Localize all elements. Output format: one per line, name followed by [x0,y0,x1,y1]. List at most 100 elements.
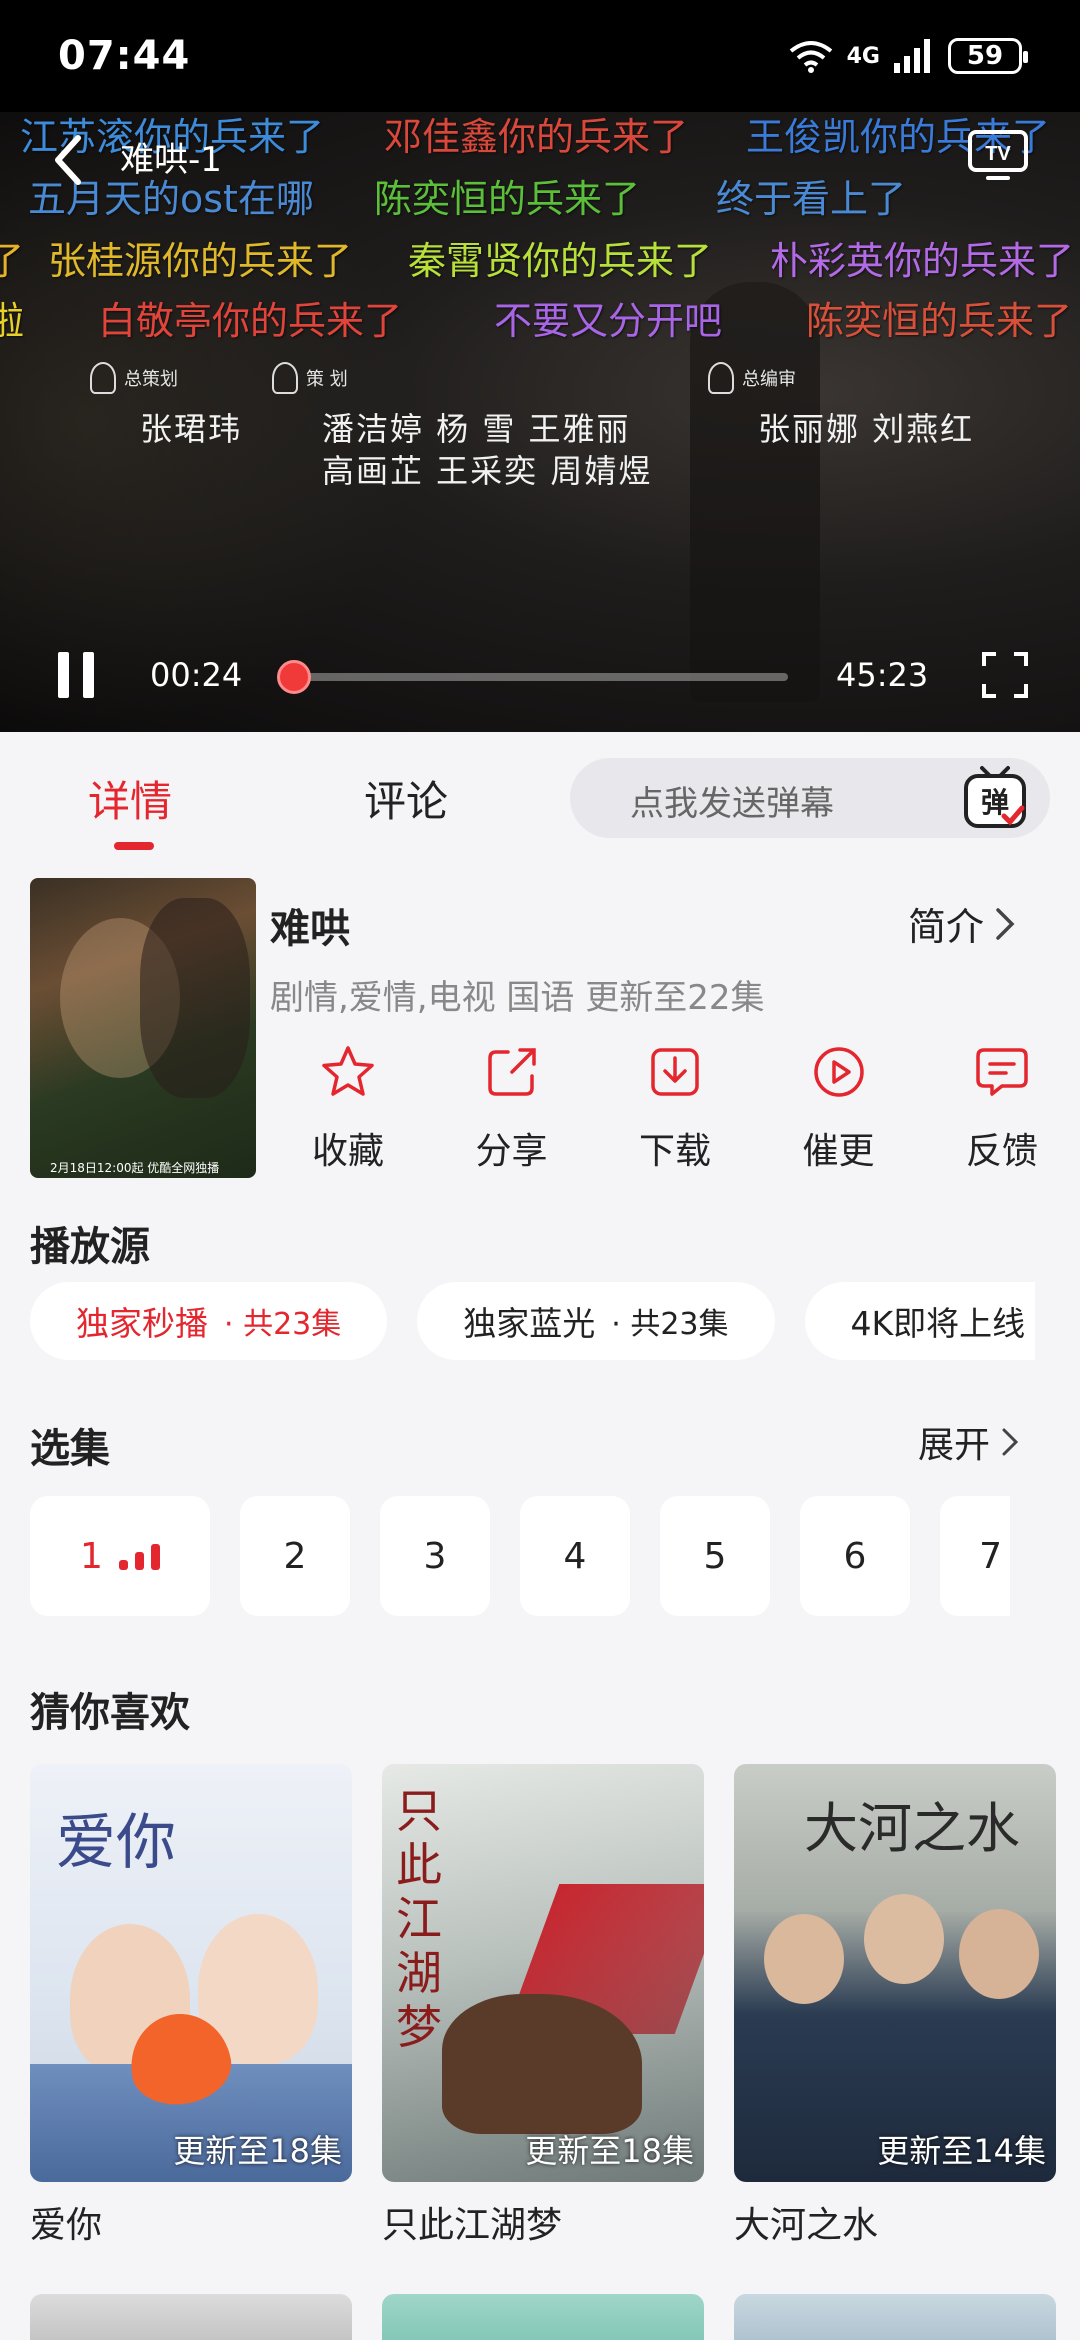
danmaku-text: 张桂源你的兵来了 [48,239,353,283]
danmaku-text: 了 [0,239,25,283]
episode-list: 1 2 3 4 5 6 7 [30,1496,1010,1616]
tab-comments[interactable]: 评论 [364,768,448,829]
now-playing-icon [118,1542,160,1570]
download-icon [651,1048,699,1096]
source-list: 独家秒播 · 共23集 独家蓝光 · 共23集 4K即将上线 [30,1282,1035,1360]
video-player[interactable]: 江苏滚你的兵来了 邓佳鑫你的兵来了 王俊凯你的兵来了 五月天的ost在哪 陈奕恒… [0,112,1080,732]
tv-cast-icon[interactable]: TV [966,126,1030,182]
recommendation-card[interactable]: 只此江湖梦 更新至18集 只此江湖梦 [382,1764,704,2248]
danmaku-placeholder: 点我发送弹幕 [630,784,834,824]
pause-icon[interactable] [56,652,96,698]
danmaku-send-icon[interactable]: 弹 [960,764,1030,834]
favorite-label: 收藏 [311,1131,384,1172]
network-type: 4G [846,43,880,69]
source-item[interactable]: 独家蓝光 · 共23集 [417,1282,775,1360]
episode-item[interactable]: 1 [30,1496,210,1616]
recommendation-card[interactable]: 大河之水 更新至14集 大河之水 [734,1764,1056,2248]
play-circle-icon [813,1047,864,1097]
credit-label: 总策划 [90,362,178,394]
episode-badge: 更新至14集 [877,2132,1046,2170]
episode-item[interactable]: 3 [380,1496,490,1616]
video-title: 难哄-1 [120,140,222,180]
poster-caption: 2月18日12:00起 优酷全网独播 [50,1161,220,1175]
tab-bar: 详情 评论 点我发送弹幕 弹 [0,732,1080,862]
recommendation-card[interactable]: 爱你 更新至18集 爱你 [30,1764,352,2248]
favorite-button[interactable]: 收藏 [290,1042,406,1174]
episode-badge: 更新至18集 [525,2132,694,2170]
credit-names: 潘洁婷 杨 雪 王雅丽 [322,410,631,448]
chevron-right-icon [996,907,1015,940]
recommendation-list: 爱你 更新至18集 爱你 只此江湖梦 更新至18集 只此江湖梦 大河之水 更新至… [30,1764,1056,2248]
star-icon [322,1046,374,1096]
danmaku-text: 啦 [0,299,25,343]
recommendation-poster: 爱你 更新至18集 [30,1764,352,2182]
source-item[interactable]: 独家秒播 · 共23集 [30,1282,388,1360]
action-row: 收藏 分享 下载 催更 反馈 [290,1042,1060,1174]
total-time: 45:23 [836,656,929,694]
download-label: 下载 [638,1131,711,1172]
danmaku-text: 不要又分开吧 [494,299,723,343]
episode-item[interactable]: 7 [940,1496,1010,1616]
danmaku-input[interactable]: 点我发送弹幕 弹 [570,758,1050,838]
credit-names: 张丽娜 刘燕红 [758,410,975,448]
credit-logo-icon [90,362,116,394]
tab-indicator [114,842,154,850]
back-icon[interactable] [48,130,88,190]
share-icon [487,1048,536,1096]
urge-update-button[interactable]: 催更 [781,1042,897,1174]
fullscreen-icon[interactable] [982,652,1028,698]
battery-level: 59 [966,41,1004,71]
svg-text:TV: TV [985,143,1011,165]
episode-badge: 更新至18集 [173,2132,342,2170]
episode-item[interactable]: 2 [240,1496,350,1616]
credit-label: 策 划 [272,362,348,394]
danmaku-text: 陈奕恒的兵来了 [374,177,641,221]
danmaku-text: 终于看上了 [716,177,907,221]
episode-item[interactable]: 4 [520,1496,630,1616]
signal-icon [894,39,930,73]
danmaku-text: 秦霄贤你的兵来了 [408,239,713,283]
credit-label: 总编审 [708,362,796,394]
episode-item[interactable]: 6 [800,1496,910,1616]
show-title: 难哄 [270,906,350,952]
wifi-icon [789,41,832,73]
status-icons: 4G 59 [789,38,1028,74]
status-time: 07:44 [58,33,191,79]
show-meta: 剧情,爱情,电视 国语 更新至22集 [270,978,765,1018]
danmaku-text: 白敬亭你的兵来了 [98,299,403,343]
sources-title: 播放源 [30,1224,150,1270]
danmaku-text: 朴彩英你的兵来了 [770,239,1075,283]
expand-label: 展开 [918,1425,991,1466]
credit-names: 高画芷 王采奕 周婧煜 [322,452,653,490]
battery-icon: 59 [948,38,1028,74]
share-button[interactable]: 分享 [454,1042,570,1174]
recommendation-title: 只此江湖梦 [382,2205,563,2246]
recommendation-poster: 只此江湖梦 更新至18集 [382,1764,704,2182]
episode-item[interactable]: 5 [660,1496,770,1616]
danmaku-text: 陈奕恒的兵来了 [806,299,1073,343]
feedback-icon [976,1048,1028,1096]
danmaku-text: 邓佳鑫你的兵来了 [384,115,689,159]
chevron-right-icon [1002,1428,1019,1456]
expand-button[interactable]: 展开 [918,1416,1020,1468]
tab-details[interactable]: 详情 [88,768,172,829]
credit-names: 张珺玮 [140,410,243,448]
recommendation-title: 爱你 [30,2205,103,2246]
recommendations-title: 猜你喜欢 [30,1690,190,1736]
status-bar: 07:44 4G 59 [0,0,1080,112]
progress-bar[interactable] [290,673,788,681]
intro-label: 简介 [908,905,985,949]
source-item[interactable]: 4K即将上线 [804,1282,1035,1360]
show-poster[interactable]: 2月18日12:00起 优酷全网独播 [30,878,256,1178]
credit-logo-icon [272,362,298,394]
urge-update-label: 催更 [802,1131,875,1172]
recommendation-poster: 大河之水 更新至14集 [734,1764,1056,2182]
share-label: 分享 [475,1131,548,1172]
intro-button[interactable]: 简介 [908,896,1016,951]
download-button[interactable]: 下载 [617,1042,733,1174]
video-frame-figure [690,282,820,702]
recommendation-title: 大河之水 [734,2205,879,2246]
feedback-button[interactable]: 反馈 [944,1042,1060,1174]
current-time: 00:24 [150,656,243,694]
feedback-label: 反馈 [965,1131,1038,1172]
